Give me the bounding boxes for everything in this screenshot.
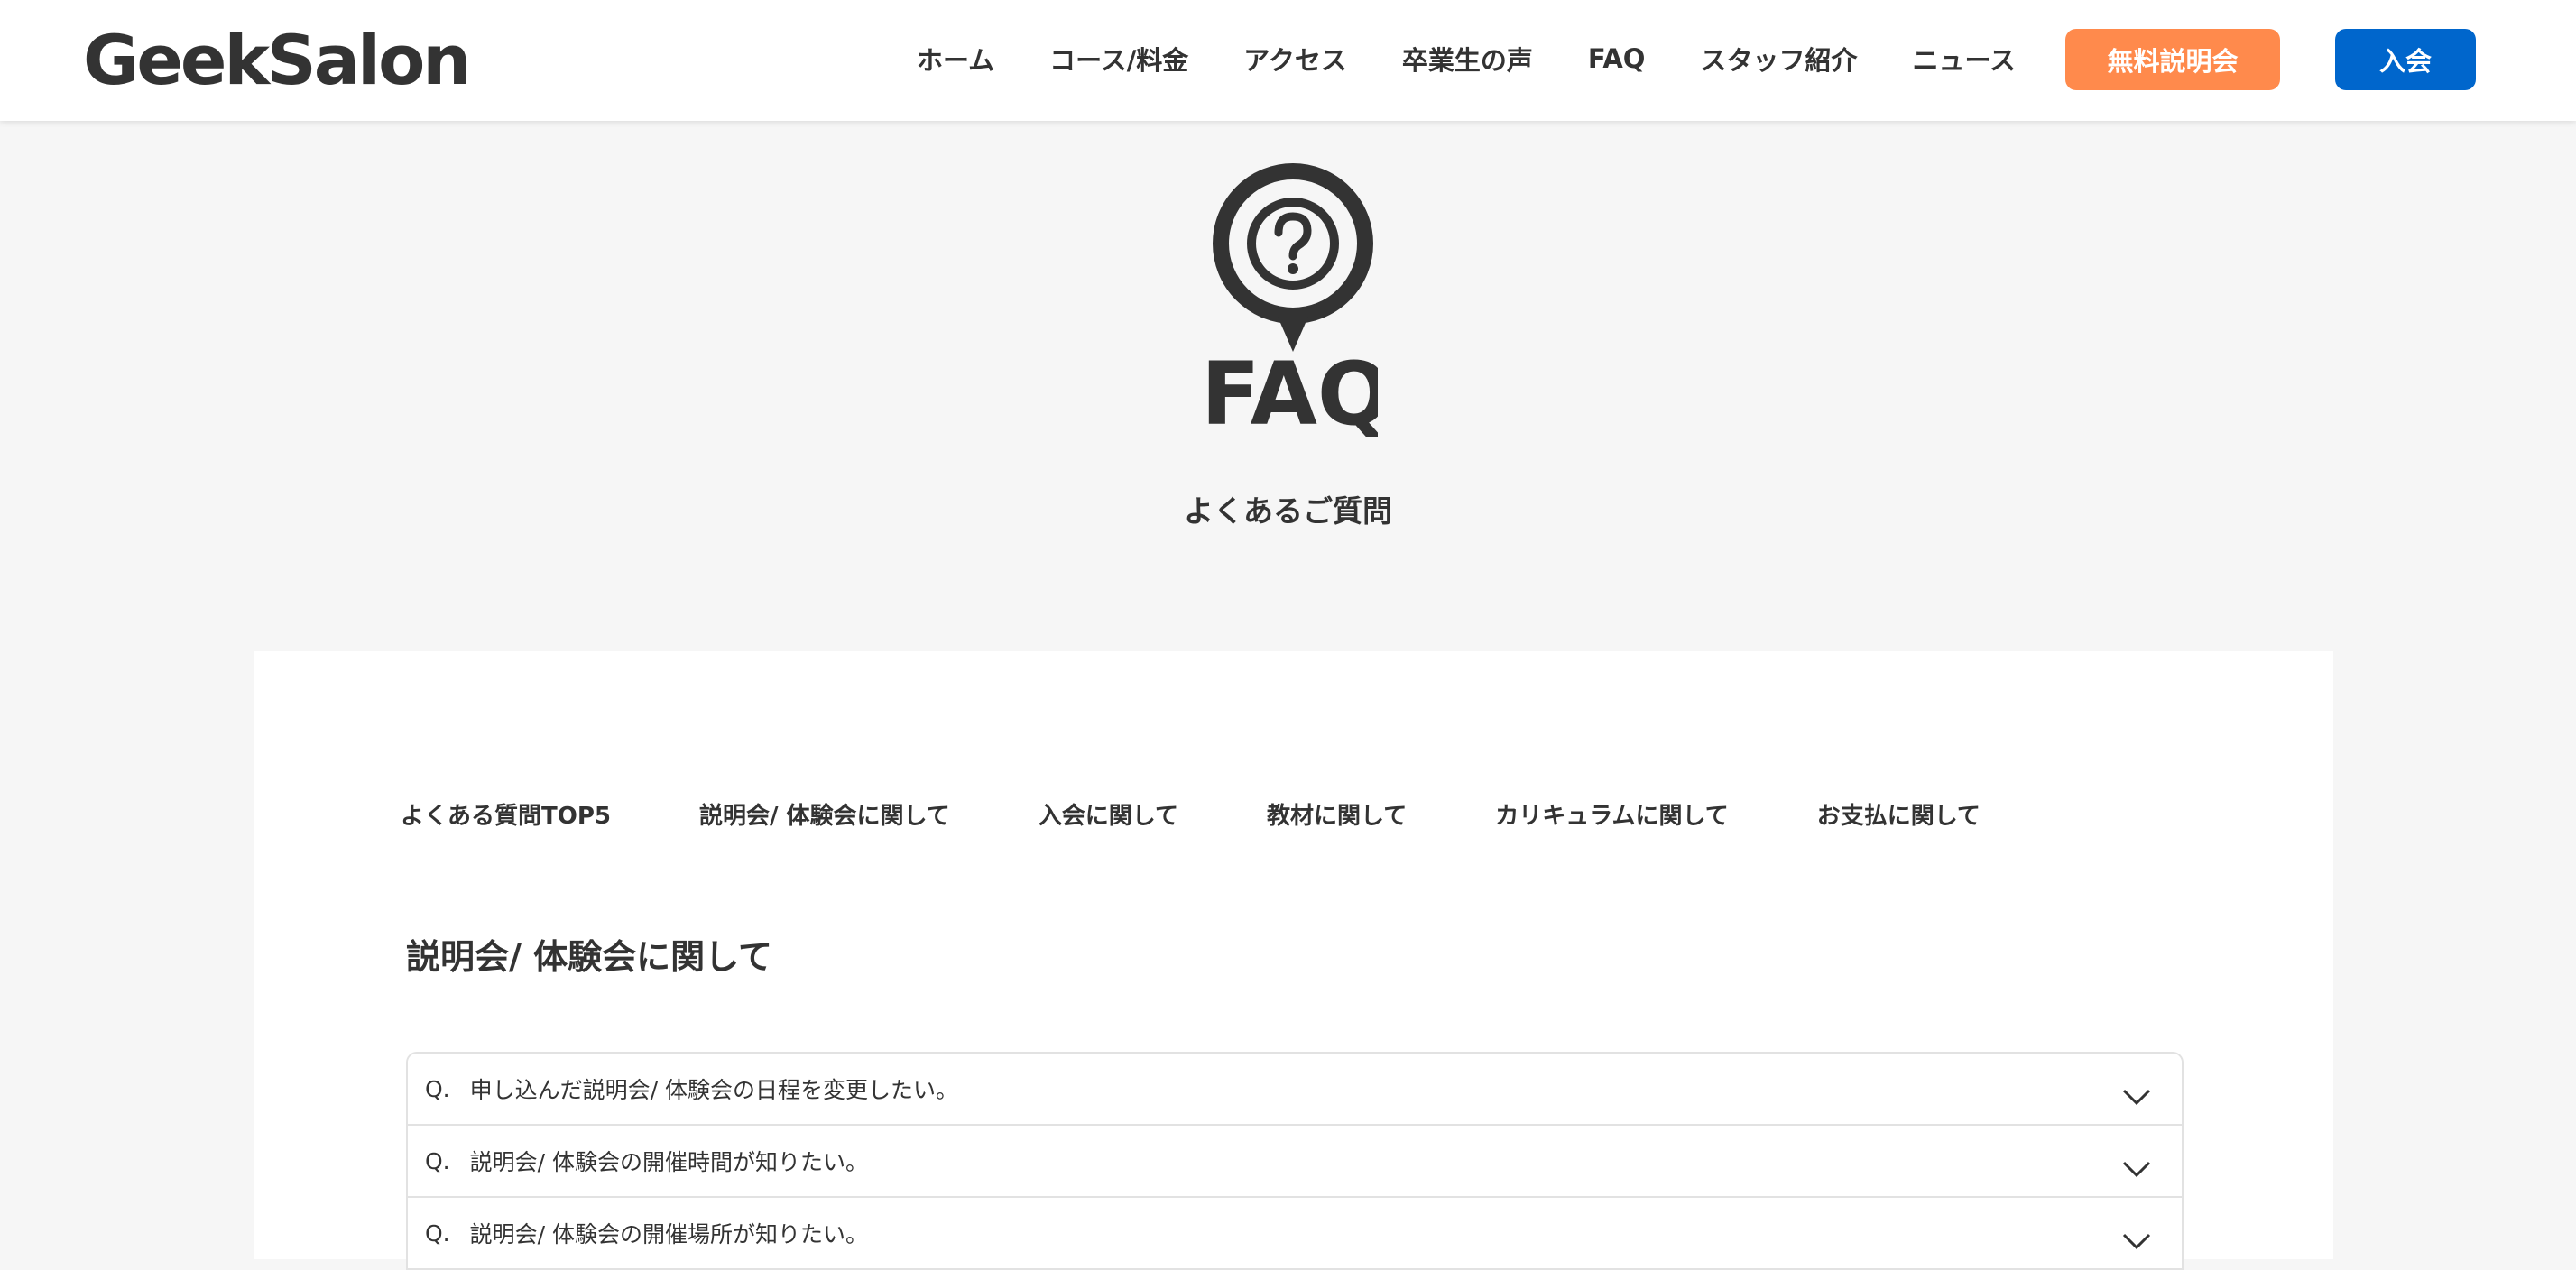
faq-icon-label: FAQ xyxy=(1201,344,1378,442)
faq-item[interactable]: Q. 説明会/ 体験会の開催時間が知りたい。 xyxy=(408,1126,2182,1198)
nav-faq[interactable]: FAQ xyxy=(1588,43,1646,74)
nav-news[interactable]: ニュース xyxy=(1912,40,2016,78)
tab-admission[interactable]: 入会に関して xyxy=(1039,797,1178,831)
join-button[interactable]: 入会 xyxy=(2335,29,2476,90)
question-pin-icon: FAQ xyxy=(1197,161,1390,446)
nav-access[interactable]: アクセス xyxy=(1243,40,1347,78)
tab-curriculum[interactable]: カリキュラムに関して xyxy=(1495,797,1728,831)
page-subtitle: よくあるご質問 xyxy=(1184,493,1392,529)
nav-home[interactable]: ホーム xyxy=(917,40,994,78)
tab-seminar[interactable]: 説明会/ 体験会に関して xyxy=(699,797,950,831)
main-nav: ホーム コース/料金 アクセス 卒業生の声 FAQ スタッフ紹介 ニュース xyxy=(917,0,2016,117)
faq-list: Q. 申し込んだ説明会/ 体験会の日程を変更したい。 Q. 説明会/ 体験会の開… xyxy=(406,1052,2184,1270)
section-title: 説明会/ 体験会に関して xyxy=(406,937,772,977)
nav-staff[interactable]: スタッフ紹介 xyxy=(1700,40,1857,78)
chevron-down-icon[interactable] xyxy=(2122,1232,2151,1254)
tab-materials[interactable]: 教材に関して xyxy=(1267,797,1407,831)
chevron-down-icon[interactable] xyxy=(2122,1160,2151,1182)
tab-payment[interactable]: お支払に関して xyxy=(1817,797,1980,831)
free-seminar-button[interactable]: 無料説明会 xyxy=(2065,29,2280,90)
nav-course-price[interactable]: コース/料金 xyxy=(1049,40,1188,78)
site-logo[interactable]: GeekSalon xyxy=(83,20,471,101)
faq-item[interactable]: Q. 説明会/ 体験会の開催場所が知りたい。 xyxy=(408,1198,2182,1270)
site-header: GeekSalon ホーム コース/料金 アクセス 卒業生の声 FAQ スタッフ… xyxy=(0,0,2576,121)
question-text: 説明会/ 体験会の開催場所が知りたい。 xyxy=(469,1221,868,1247)
faq-category-tabs: よくある質問TOP5 説明会/ 体験会に関して 入会に関して 教材に関して カリ… xyxy=(401,796,1980,832)
question-prefix: Q. xyxy=(425,1219,450,1247)
nav-graduates-voice[interactable]: 卒業生の声 xyxy=(1402,40,1533,78)
question-text: 申し込んだ説明会/ 体験会の日程を変更したい。 xyxy=(469,1077,958,1103)
question-text: 説明会/ 体験会の開催時間が知りたい。 xyxy=(469,1149,868,1175)
faq-item[interactable]: Q. 申し込んだ説明会/ 体験会の日程を変更したい。 xyxy=(408,1054,2182,1126)
question-prefix: Q. xyxy=(425,1147,450,1174)
question-prefix: Q. xyxy=(425,1075,450,1102)
tab-top5[interactable]: よくある質問TOP5 xyxy=(401,797,611,831)
chevron-down-icon[interactable] xyxy=(2122,1088,2151,1109)
